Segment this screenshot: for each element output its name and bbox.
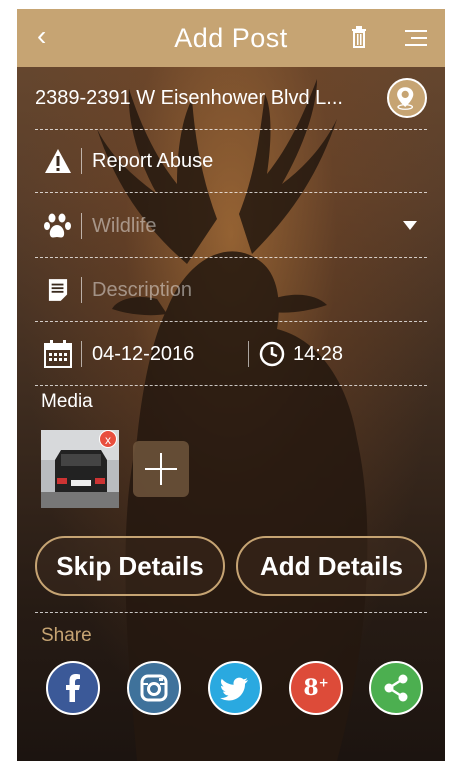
row-separator (81, 277, 82, 303)
instagram-share-button[interactable] (127, 661, 181, 715)
location-pin-icon (397, 87, 414, 110)
app-screen: ‹ Add Post 2389-2391 W Eisenhower Blvd L… (17, 9, 445, 761)
location-address: 2389-2391 W Eisenhower Blvd L... (35, 86, 343, 109)
share-button[interactable] (369, 661, 423, 715)
row-separator (81, 148, 82, 174)
media-section-label: Media (41, 391, 93, 412)
share-icon (384, 674, 408, 702)
location-pin-button[interactable] (387, 78, 427, 118)
calendar-icon[interactable] (35, 340, 81, 368)
twitter-icon (220, 677, 248, 701)
trash-icon[interactable] (351, 26, 367, 48)
time-value[interactable]: 14:28 (293, 343, 343, 366)
instagram-icon (140, 674, 168, 702)
row-separator (248, 341, 249, 367)
date-time-row: 04-12-2016 14:28 (35, 323, 427, 386)
remove-media-icon[interactable]: x (99, 430, 117, 448)
document-icon (35, 278, 81, 302)
page-title: Add Post (174, 22, 288, 53)
add-details-button[interactable]: Add Details (236, 536, 427, 596)
description-field[interactable]: Description (35, 259, 427, 322)
location-row[interactable]: 2389-2391 W Eisenhower Blvd L... (35, 67, 427, 130)
dropdown-arrow-icon (403, 221, 417, 230)
report-abuse-row[interactable]: Report Abuse (35, 130, 427, 193)
report-abuse-label: Report Abuse (92, 149, 214, 172)
description-placeholder: Description (92, 278, 193, 301)
category-dropdown[interactable]: Wildlife (35, 195, 427, 258)
facebook-icon (66, 674, 80, 702)
date-value[interactable]: 04-12-2016 (92, 343, 242, 366)
menu-icon[interactable] (405, 29, 427, 47)
section-divider (35, 612, 427, 613)
row-separator (81, 213, 82, 239)
paw-icon (35, 212, 81, 240)
row-separator (81, 341, 82, 367)
plus-icon (145, 453, 177, 485)
share-section-label: Share (41, 625, 92, 646)
googleplus-icon: 8+ (303, 675, 329, 701)
twitter-share-button[interactable] (208, 661, 262, 715)
back-icon[interactable]: ‹ (37, 22, 46, 50)
warning-icon (35, 148, 81, 174)
facebook-share-button[interactable] (46, 661, 100, 715)
googleplus-share-button[interactable]: 8+ (289, 661, 343, 715)
add-media-button[interactable] (133, 441, 189, 497)
skip-details-button[interactable]: Skip Details (35, 536, 225, 596)
app-header: ‹ Add Post (17, 9, 445, 67)
clock-icon[interactable] (259, 341, 285, 367)
category-placeholder: Wildlife (92, 214, 157, 237)
